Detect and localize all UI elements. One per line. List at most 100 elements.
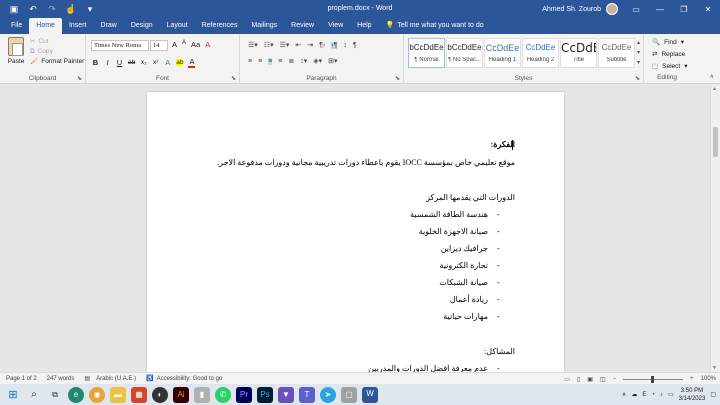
align-center-icon[interactable]: ≡	[258, 58, 262, 65]
touch-mode-icon[interactable]: ☝	[65, 3, 77, 15]
strikethrough-button[interactable]: ab	[128, 59, 135, 66]
file-explorer-icon[interactable]: ▬	[110, 386, 126, 403]
close-icon[interactable]: ✕	[696, 0, 720, 18]
web-layout-icon[interactable]: ◫	[600, 376, 606, 383]
zoom-in-button[interactable]: +	[690, 376, 694, 382]
borders-icon[interactable]: ⊞▾	[328, 57, 337, 65]
tab-layout[interactable]: Layout	[160, 18, 195, 34]
battery-icon[interactable]: ▭	[668, 391, 674, 398]
styles-scroll[interactable]: ▴ ▾ ▾	[637, 38, 640, 68]
style-heading-1[interactable]: CcDdEe Heading 1	[484, 38, 521, 68]
premiere-icon[interactable]: Pr	[236, 386, 252, 403]
notifications-icon[interactable]: ▢	[710, 391, 716, 398]
paste-button[interactable]: Paste	[5, 37, 27, 65]
clock[interactable]: 3:50 PM 3/14/2023	[679, 387, 706, 403]
format-painter-button[interactable]: 🖌 Format Painter	[30, 57, 84, 67]
zoom-knob[interactable]	[651, 375, 655, 383]
grow-font-button[interactable]: A	[172, 40, 177, 49]
style-no-spacing[interactable]: bCcDdEe ¶ No Spac...	[446, 38, 483, 68]
copy-button[interactable]: ⧉ Copy	[30, 47, 84, 57]
focus-icon[interactable]: ▭	[564, 376, 570, 383]
font-family-select[interactable]: Times New Roma	[91, 40, 149, 51]
tell-me-search[interactable]: 💡 Tell me what you want to do	[379, 18, 491, 34]
text-effects-button[interactable]: A	[164, 58, 171, 67]
zoom-slider[interactable]	[623, 375, 684, 383]
edge-browser-icon[interactable]: e	[68, 386, 84, 403]
style-normal[interactable]: bCcDdEe ¶ Normal	[408, 38, 445, 68]
style-subtitle[interactable]: CcDdEe Subtitle	[598, 38, 635, 68]
highlight-button[interactable]: ab	[176, 59, 184, 66]
zoom-level[interactable]: 100%	[701, 376, 716, 382]
justify-icon[interactable]: ≡	[278, 58, 282, 65]
shrink-font-button[interactable]: A	[182, 40, 186, 49]
accessibility-status[interactable]: ♿ Accessibility: Good to go	[146, 375, 222, 383]
show-marks-button[interactable]: ¶	[353, 42, 357, 49]
superscript-button[interactable]: x²	[152, 59, 159, 66]
read-mode-icon[interactable]: ▯	[577, 376, 580, 383]
bullets-icon[interactable]: ☰▾	[248, 41, 258, 49]
zoom-out-button[interactable]: −	[613, 376, 617, 382]
tab-draw[interactable]: Draw	[93, 18, 123, 34]
scroll-thumb[interactable]	[713, 127, 718, 157]
numbering-icon[interactable]: ☷▾	[264, 41, 274, 49]
language-indicator[interactable]: Arabic (U.A.E.)	[96, 376, 136, 382]
tab-references[interactable]: References	[195, 18, 245, 34]
word-taskbar-icon[interactable]: W	[362, 386, 378, 403]
chrome-browser-icon[interactable]: ◉	[89, 386, 105, 403]
clear-format-button[interactable]: A	[205, 40, 210, 49]
change-case-button[interactable]: Aa	[191, 40, 200, 49]
app-icon[interactable]: ▢	[341, 386, 357, 403]
minimize-icon[interactable]: —	[648, 0, 672, 18]
document-page[interactable]: الفكرة: موقع تعليمي خاص بمؤسسة IOCC يقوم…	[147, 92, 564, 372]
word-count[interactable]: 247 words	[47, 376, 75, 382]
cloud-icon[interactable]: ☁	[631, 391, 637, 398]
font-size-select[interactable]: 14	[150, 40, 168, 51]
user-account[interactable]: Ahmed Sh. Zourob	[542, 0, 618, 18]
align-left-icon[interactable]: ≡	[248, 58, 252, 65]
illustrator-icon[interactable]: Ai	[173, 386, 189, 403]
office-app-icon[interactable]: ▦	[131, 386, 147, 403]
github-icon[interactable]: ◐	[152, 386, 168, 403]
shading-icon[interactable]: ◈▾	[313, 57, 322, 65]
save-icon[interactable]: ▣	[8, 3, 20, 15]
align-right-icon[interactable]: ≡	[268, 57, 273, 65]
print-layout-icon[interactable]: ▣	[587, 376, 593, 383]
ltr-icon[interactable]: ¶›	[319, 42, 325, 49]
tab-help[interactable]: Help	[350, 18, 378, 34]
find-button[interactable]: 🔍 Find ▾	[652, 37, 688, 49]
customize-icon[interactable]: ▾	[84, 3, 96, 15]
tray-chevron-icon[interactable]: ∧	[622, 391, 626, 398]
photoshop-icon[interactable]: Ps	[257, 386, 273, 403]
wifi-icon[interactable]: ◔	[651, 392, 655, 398]
paragraph-launcher-icon[interactable]: ⬊	[395, 75, 400, 82]
font-launcher-icon[interactable]: ⬊	[231, 75, 236, 82]
multilevel-icon[interactable]: ☰▾	[280, 41, 290, 49]
proofing-icon[interactable]: ▤	[84, 375, 90, 382]
font-color-button[interactable]: A	[188, 57, 196, 68]
teams-icon[interactable]: T	[299, 386, 315, 403]
tab-home[interactable]: Home	[29, 18, 62, 34]
style-heading-2[interactable]: CcDdEe Heading 2	[522, 38, 559, 68]
page-count[interactable]: Page 1 of 2	[6, 376, 37, 382]
vpn-icon[interactable]: ▼	[278, 386, 294, 403]
task-view-icon[interactable]: ⧉	[47, 387, 63, 403]
italic-button[interactable]: I	[104, 58, 111, 67]
tab-file[interactable]: File	[4, 18, 29, 34]
restore-icon[interactable]: ❐	[672, 0, 696, 18]
style-title[interactable]: CcDdEe Title	[560, 38, 597, 68]
rtl-icon[interactable]: ‹¶	[331, 41, 338, 49]
underline-button[interactable]: U	[116, 58, 123, 67]
select-button[interactable]: ⬚ Select ▾	[652, 61, 688, 73]
decrease-indent-icon[interactable]: ⇤	[295, 41, 301, 49]
collapse-ribbon-icon[interactable]: ∧	[710, 73, 714, 80]
line-spacing-icon[interactable]: ↕▾	[300, 57, 307, 65]
avatar[interactable]	[606, 3, 618, 15]
cut-button[interactable]: ✂ Cut	[30, 37, 84, 47]
volume-icon[interactable]: ♪	[660, 392, 663, 398]
redo-icon[interactable]: ↷	[46, 3, 58, 15]
subscript-button[interactable]: x₂	[140, 59, 147, 66]
app-icon[interactable]: ▮	[194, 386, 210, 403]
tab-insert[interactable]: Insert	[62, 18, 94, 34]
whatsapp-icon[interactable]: ✆	[215, 386, 231, 403]
telegram-icon[interactable]: ➤	[320, 386, 336, 403]
